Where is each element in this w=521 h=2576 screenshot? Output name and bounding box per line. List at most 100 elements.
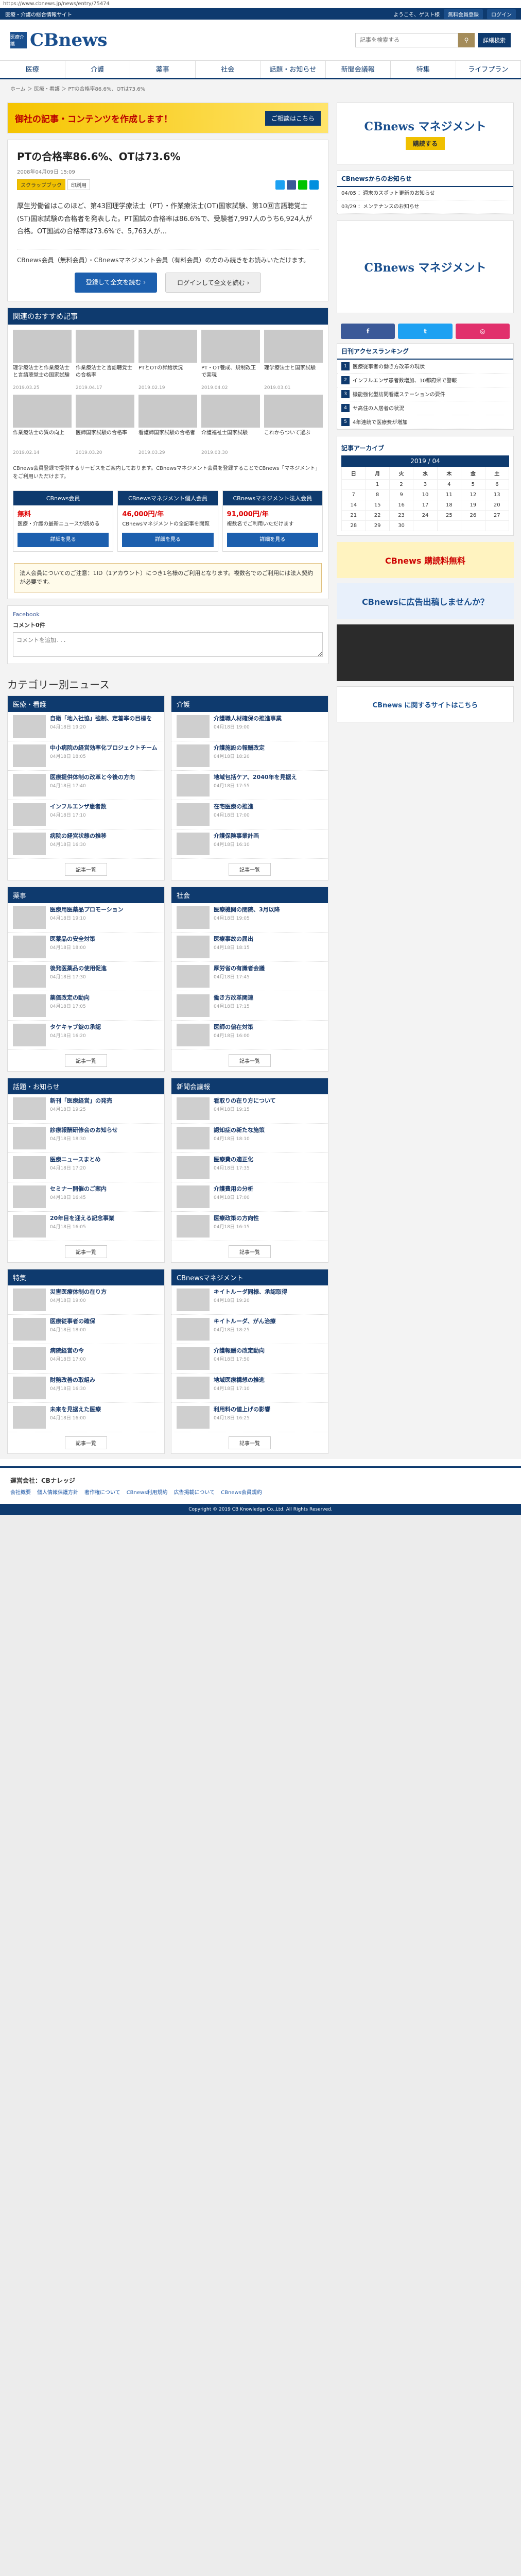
login-read-button[interactable]: ログインして全文を読む › [165,273,262,293]
sidebar-ad-cta[interactable]: 購読する [405,137,445,150]
category-item[interactable]: 財務改善の取組み 04月18日 16:30 [8,1374,164,1403]
calendar-day[interactable]: 28 [341,520,366,531]
category-item[interactable]: 病院経営の今 04月18日 17:00 [8,1344,164,1374]
category-item[interactable]: 中小病院の経営効率化プロジェクトチーム 04月18日 18:05 [8,741,164,771]
twitter-icon[interactable]: t [398,324,453,339]
more-button[interactable]: 記事一覧 [229,1245,271,1259]
category-heading[interactable]: 介護 [171,696,328,713]
related-item[interactable]: 作業療法士の質の向上 2019.02.14 [13,395,72,455]
ad-banner-cta[interactable]: ご相談はこちら [265,110,321,126]
line-icon[interactable] [298,180,307,190]
facebook-icon[interactable] [287,180,296,190]
ad-inquiry-banner[interactable]: CBnewsに広告出稿しませんか？ [337,583,514,619]
instagram-icon[interactable]: ◎ [455,324,510,339]
calendar-day[interactable]: 27 [484,510,510,521]
category-item[interactable]: 働き方改革関連 04月18日 17:15 [171,991,328,1021]
advanced-search-button[interactable]: 詳細検索 [478,32,511,47]
more-button[interactable]: 記事一覧 [65,863,107,876]
category-item[interactable]: 診療報酬研修会のお知らせ 04月18日 18:30 [8,1124,164,1154]
login-button[interactable]: ログイン [487,9,516,19]
category-heading[interactable]: 特集 [8,1269,164,1286]
category-item[interactable]: 医療機関の閉院、3月以降 04月18日 19:05 [171,903,328,933]
calendar-day[interactable]: 10 [413,489,438,500]
calendar-day[interactable]: 15 [365,500,390,511]
plan-button[interactable]: 詳細を見る [18,532,109,547]
hatena-icon[interactable] [309,180,319,190]
nav-item[interactable]: ライフプラン [456,61,521,78]
category-heading[interactable]: CBnewsマネジメント [171,1269,328,1286]
category-item[interactable]: 地域医療構想の推進 04月18日 17:10 [171,1374,328,1403]
plan-button[interactable]: 詳細を見る [227,532,318,547]
category-item[interactable]: 介護施設の報酬改定 04月18日 18:20 [171,741,328,771]
category-item[interactable]: 介護報酬の改定動向 04月18日 17:50 [171,1344,328,1374]
category-item[interactable]: 新刊「医療経営」の発売 04月18日 19:25 [8,1094,164,1124]
category-item[interactable]: 在宅医療の推進 04月18日 17:00 [171,800,328,830]
category-item[interactable]: インフルエンザ患者数 04月18日 17:10 [8,800,164,830]
notice-item[interactable]: 04/05 ：週末のスポット更新のお知らせ [337,187,513,200]
related-item[interactable]: 理学療法士と作業療法士と言語聴覚士の国家試験 2019.03.25 [13,330,72,391]
category-item[interactable]: 利用料の値上げの影響 04月18日 16:25 [171,1403,328,1433]
facebook-icon[interactable]: f [341,324,395,339]
rank-item[interactable]: 1 医療従事者の働き方改革の現状 [337,360,513,374]
related-item[interactable]: PTとOTの昇給状況 2019.02.19 [138,330,197,391]
more-button[interactable]: 記事一覧 [229,1054,271,1067]
nav-item[interactable]: 社会 [196,61,260,78]
calendar-day[interactable]: 5 [461,479,485,490]
calendar-day[interactable]: 19 [461,500,485,511]
register-read-button[interactable]: 登録して全文を読む › [74,273,157,293]
video-banner[interactable] [337,624,514,681]
calendar-day[interactable]: 18 [437,500,462,511]
category-item[interactable]: 20年目を迎える記念事業 04月18日 16:05 [8,1212,164,1242]
scrapbook-button[interactable]: スクラップブック [17,179,65,190]
footer-link[interactable]: CBnews会員規約 [221,1488,262,1496]
footer-link[interactable]: 会社概要 [10,1488,31,1496]
nav-item[interactable]: 薬事 [130,61,196,78]
more-button[interactable]: 記事一覧 [229,1436,271,1450]
category-item[interactable]: 厚労省の有識者会議 04月18日 17:45 [171,962,328,992]
rank-item[interactable]: 4 サ高住の入居者の状況 [337,401,513,415]
nav-item[interactable]: 新聞会議報 [326,61,391,78]
twitter-icon[interactable] [275,180,285,190]
free-banner[interactable]: CBnews 購読料無料 [337,542,514,578]
category-item[interactable]: 介護職人材確保の推進事業 04月18日 19:00 [171,712,328,742]
rank-item[interactable]: 3 機能強化型訪問看護ステーションの要件 [337,387,513,401]
calendar-day[interactable]: 21 [341,510,366,521]
related-item[interactable]: 介護福祉士国家試験 2019.03.30 [201,395,260,455]
category-item[interactable]: 自衛「地入社協」強制、定着率の目標を 04月18日 19:20 [8,712,164,742]
category-item[interactable]: 薬価改定の動向 04月18日 17:05 [8,991,164,1021]
calendar-day[interactable]: 2 [389,479,414,490]
calendar-day[interactable]: 16 [389,500,414,511]
calendar-day[interactable]: 4 [437,479,462,490]
category-item[interactable]: 医師の偏在対策 04月18日 16:00 [171,1021,328,1050]
category-item[interactable]: 医療用医薬品プロモーション 04月18日 19:10 [8,903,164,933]
category-item[interactable]: 未来を見据えた医療 04月18日 16:00 [8,1403,164,1433]
category-item[interactable]: 認知症の新たな施策 04月18日 18:10 [171,1124,328,1154]
related-site-banner[interactable]: CBnews に関するサイトはこちら [337,686,514,722]
category-item[interactable]: 後発医薬品の使用促進 04月18日 17:30 [8,962,164,992]
sidebar-ad[interactable]: CBnews マネジメント 購読する [337,103,514,164]
calendar-day[interactable]: 1 [365,479,390,490]
calendar-day[interactable]: 11 [437,489,462,500]
category-item[interactable]: 介護保険事業計画 04月18日 16:10 [171,829,328,859]
notice-item[interactable]: 03/29 ：メンテナンスのお知らせ [337,200,513,214]
nav-item[interactable]: 医療 [0,61,65,78]
nav-item[interactable]: 特集 [391,61,456,78]
calendar-day[interactable]: 22 [365,510,390,521]
category-item[interactable]: 医療費の適正化 04月18日 17:35 [171,1153,328,1183]
calendar-day[interactable]: 24 [413,510,438,521]
category-item[interactable]: 病院の経営状態の推移 04月18日 16:30 [8,829,164,859]
calendar-day[interactable]: 7 [341,489,366,500]
category-item[interactable]: 医薬品の安全対策 04月18日 18:00 [8,933,164,962]
rank-item[interactable]: 2 インフルエンザ患者数増加、10都府県で警報 [337,374,513,387]
category-item[interactable]: キイトルーダ同様、承認取得 04月18日 19:20 [171,1285,328,1315]
category-heading[interactable]: 医療・看護 [8,696,164,713]
calendar-day[interactable]: 20 [484,500,510,511]
search-icon[interactable]: ⚲ [458,32,475,47]
category-item[interactable]: 看取りの在り方について 04月18日 19:15 [171,1094,328,1124]
category-item[interactable]: 災害医療体制の在り方 04月18日 19:00 [8,1285,164,1315]
category-item[interactable]: 医療提供体制の改革と今後の方向 04月18日 17:40 [8,771,164,801]
register-button[interactable]: 無料会員登録 [444,9,483,19]
category-item[interactable]: キイトルーダ、がん治療 04月18日 18:25 [171,1315,328,1345]
related-item[interactable]: 理学療法士と国家試験 2019.03.01 [264,330,323,391]
more-button[interactable]: 記事一覧 [229,863,271,876]
